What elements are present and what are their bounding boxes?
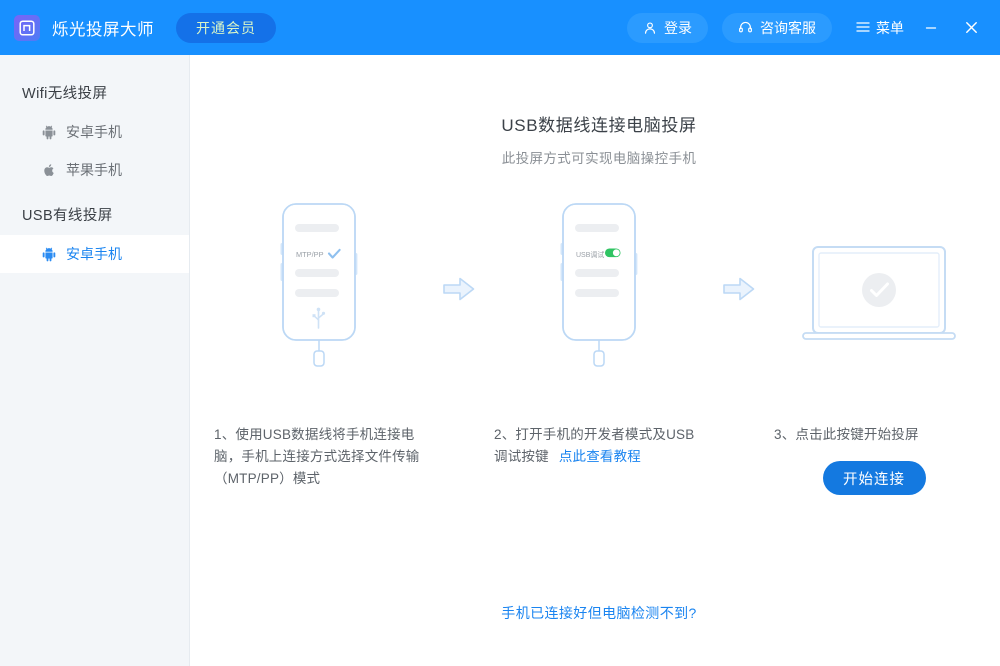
step-1: MTP/PP 1、使用USB数据线将手机连接电脑，手机上连接方式选择文件传输（M… xyxy=(214,201,424,490)
titlebar: 烁光投屏大师 开通会员 登录 咨询客服 菜单 xyxy=(0,0,1000,55)
brand: 烁光投屏大师 xyxy=(14,14,154,41)
page-subtitle: 此投屏方式可实现电脑操控手机 xyxy=(501,151,697,166)
svg-text:USB调试: USB调试 xyxy=(576,250,604,259)
support-button[interactable]: 咨询客服 xyxy=(722,12,832,43)
step-3: 3、点击此按键开始投屏 开始连接 xyxy=(774,201,984,495)
support-label: 咨询客服 xyxy=(760,19,816,36)
menu-label: 菜单 xyxy=(876,19,904,36)
main-content: USB数据线连接电脑投屏 此投屏方式可实现电脑操控手机 MTP/PP 1、使用U… xyxy=(190,55,1000,666)
sidebar-group-usb: USB有线投屏 xyxy=(22,207,113,224)
headset-icon xyxy=(738,20,753,35)
app-window: 烁光投屏大师 开通会员 登录 咨询客服 菜单 Wifi无线投屏 安卓手机 苹果手… xyxy=(0,0,1000,666)
android-icon xyxy=(40,246,57,263)
minimize-button[interactable] xyxy=(918,15,944,41)
login-button[interactable]: 登录 xyxy=(627,12,708,43)
step-2-text: 2、打开手机的开发者模式及USB调试按键 点此查看教程 xyxy=(494,424,704,468)
vip-button[interactable]: 开通会员 xyxy=(176,12,276,43)
login-label: 登录 xyxy=(664,19,692,36)
android-icon xyxy=(40,124,57,141)
sidebar: Wifi无线投屏 安卓手机 苹果手机 USB有线投屏 安卓手机 xyxy=(0,55,190,666)
steps-row: MTP/PP 1、使用USB数据线将手机连接电脑，手机上连接方式选择文件传输（M… xyxy=(190,201,1000,495)
close-icon xyxy=(965,22,977,33)
sidebar-item-label: 安卓手机 xyxy=(66,246,122,262)
step-1-text: 1、使用USB数据线将手机连接电脑，手机上连接方式选择文件传输（MTP/PP）模… xyxy=(214,427,420,486)
arrow-right-icon xyxy=(723,277,755,300)
sidebar-item-wifi-android[interactable]: 安卓手机 xyxy=(0,113,189,151)
titlebar-actions: 登录 咨询客服 菜单 xyxy=(627,12,984,43)
apple-icon xyxy=(40,162,57,179)
app-title: 烁光投屏大师 xyxy=(52,20,154,39)
body: Wifi无线投屏 安卓手机 苹果手机 USB有线投屏 安卓手机 USB数据线连接… xyxy=(0,55,1000,666)
start-connect-button[interactable]: 开始连接 xyxy=(822,461,926,495)
user-icon xyxy=(643,21,657,35)
step-3-text: 3、点击此按键开始投屏 xyxy=(774,427,919,442)
sidebar-item-usb-android[interactable]: 安卓手机 xyxy=(0,235,189,273)
sidebar-item-label: 苹果手机 xyxy=(66,162,122,178)
svg-text:MTP/PP: MTP/PP xyxy=(296,250,324,259)
sidebar-item-wifi-apple[interactable]: 苹果手机 xyxy=(0,151,189,189)
detection-help-link[interactable]: 手机已连接好但电脑检测不到? xyxy=(190,603,1000,623)
arrow-2 xyxy=(704,201,774,376)
app-logo-icon xyxy=(14,14,40,41)
minimize-icon xyxy=(925,26,937,29)
laptop-check-illustration xyxy=(774,201,984,376)
toggle-on xyxy=(605,248,621,258)
sidebar-group-wifi: Wifi无线投屏 xyxy=(22,85,108,102)
step-2: USB调试 2、打开手机的开发者模式及USB调试按键 点此查看教程 xyxy=(494,201,704,468)
tutorial-link[interactable]: 点此查看教程 xyxy=(559,449,641,464)
phone-usb-debug-illustration: USB调试 xyxy=(494,201,704,376)
hamburger-icon xyxy=(856,20,870,36)
close-button[interactable] xyxy=(958,15,984,41)
arrow-right-icon xyxy=(443,277,475,300)
phone-mtp-illustration: MTP/PP xyxy=(214,201,424,376)
page-title: USB数据线连接电脑投屏 xyxy=(501,116,697,135)
arrow-1 xyxy=(424,201,494,376)
menu-button[interactable]: 菜单 xyxy=(856,18,904,38)
sidebar-item-label: 安卓手机 xyxy=(66,124,122,140)
